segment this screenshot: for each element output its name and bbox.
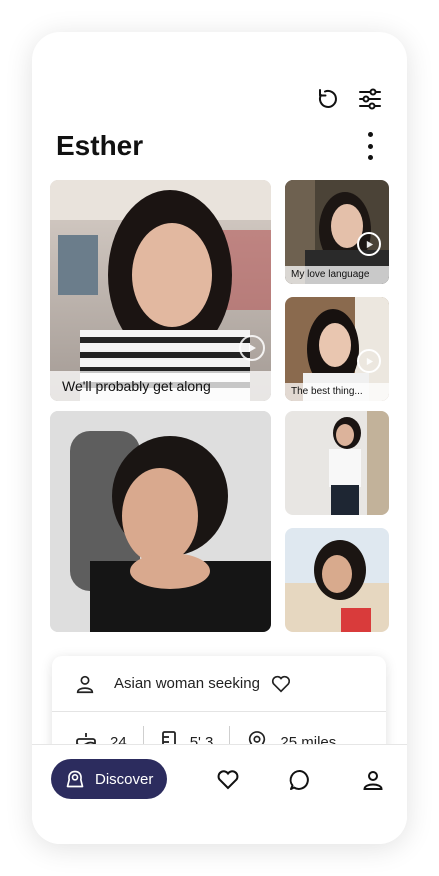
play-button[interactable] bbox=[357, 349, 381, 373]
media-caption: We'll probably get along bbox=[50, 371, 271, 401]
user-icon bbox=[363, 771, 383, 790]
media-tile-1[interactable]: We'll probably get along bbox=[50, 180, 271, 401]
profile-name: Esther bbox=[56, 130, 144, 161]
seeking-row: Asian woman seeking bbox=[52, 656, 386, 712]
media-caption: My love language bbox=[285, 266, 389, 284]
media-tile-5[interactable] bbox=[285, 411, 389, 515]
phone-frame: Esther We'll probably get along My love … bbox=[32, 32, 407, 844]
profile-photo bbox=[50, 411, 271, 632]
media-tile-3[interactable]: The best thing... bbox=[285, 297, 389, 401]
discover-icon bbox=[66, 770, 84, 788]
refresh-button[interactable] bbox=[315, 86, 341, 112]
chat-bubble-icon bbox=[289, 770, 309, 790]
profile-video-thumbnail bbox=[50, 180, 271, 401]
more-vertical-icon bbox=[367, 132, 373, 137]
play-button[interactable] bbox=[357, 232, 381, 256]
nav-messages-button[interactable] bbox=[287, 767, 313, 793]
refresh-icon bbox=[318, 89, 337, 108]
header-actions bbox=[315, 86, 383, 112]
filter-sliders-icon bbox=[359, 88, 381, 110]
filter-button[interactable] bbox=[357, 86, 383, 112]
play-icon bbox=[366, 357, 373, 365]
profile-photo bbox=[285, 411, 389, 515]
heart-icon bbox=[217, 770, 239, 790]
play-icon bbox=[366, 240, 373, 248]
bottom-nav: Discover bbox=[32, 744, 407, 844]
nav-discover-button[interactable]: Discover bbox=[51, 759, 167, 799]
heart-icon bbox=[271, 675, 290, 693]
nav-discover-label: Discover bbox=[95, 770, 154, 788]
play-icon bbox=[249, 344, 256, 352]
profile-photo bbox=[285, 528, 389, 632]
media-tile-6[interactable] bbox=[285, 528, 389, 632]
media-tile-2[interactable]: My love language bbox=[285, 180, 389, 284]
media-tile-4[interactable] bbox=[50, 411, 271, 632]
user-icon bbox=[76, 675, 94, 693]
seeking-text: Asian woman seeking bbox=[114, 675, 260, 692]
nav-likes-button[interactable] bbox=[215, 767, 241, 793]
more-options-button[interactable] bbox=[363, 132, 377, 160]
play-button[interactable] bbox=[239, 335, 265, 361]
media-caption: The best thing... bbox=[285, 383, 389, 401]
nav-profile-button[interactable] bbox=[360, 767, 386, 793]
